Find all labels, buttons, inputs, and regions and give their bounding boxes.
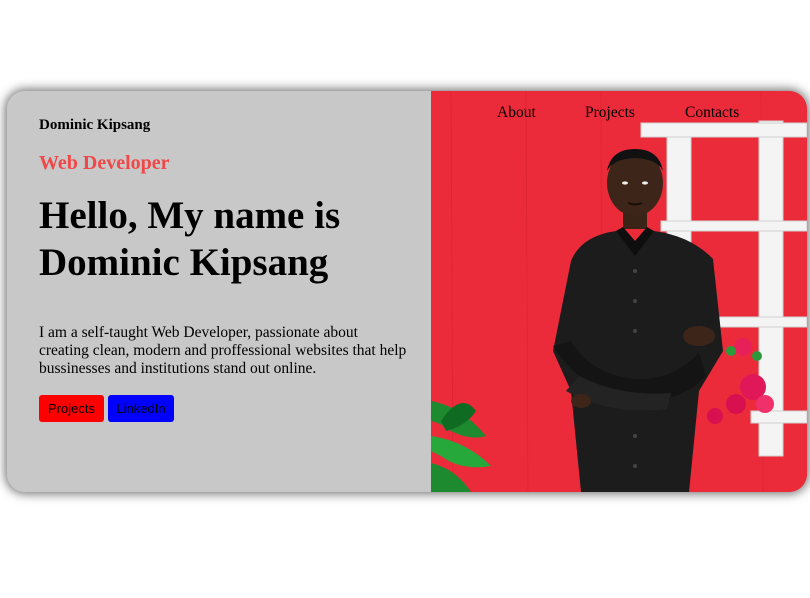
profile-photo-panel: About Projects Contacts	[431, 91, 807, 492]
headline-line-1: Hello, My name is	[39, 194, 341, 237]
nav-contacts-link[interactable]: Contacts	[685, 104, 739, 122]
brand-name: Dominic Kipsang	[39, 117, 151, 133]
nav-projects-link[interactable]: Projects	[585, 104, 635, 122]
intro-paragraph: I am a self-taught Web Developer, passio…	[39, 324, 407, 377]
profile-photo	[431, 91, 807, 492]
page-title: Hello, My name is Dominic Kipsang	[39, 192, 419, 286]
linkedin-button[interactable]: LinkedIn	[108, 395, 174, 422]
projects-button[interactable]: Projects	[39, 395, 104, 422]
nav-about-link[interactable]: About	[497, 104, 536, 122]
role-title: Web Developer	[39, 152, 170, 174]
intro-panel: Dominic Kipsang Web Developer Hello, My …	[7, 91, 431, 492]
headline-line-2: Dominic Kipsang	[39, 241, 329, 284]
hero-card: Dominic Kipsang Web Developer Hello, My …	[7, 91, 807, 492]
